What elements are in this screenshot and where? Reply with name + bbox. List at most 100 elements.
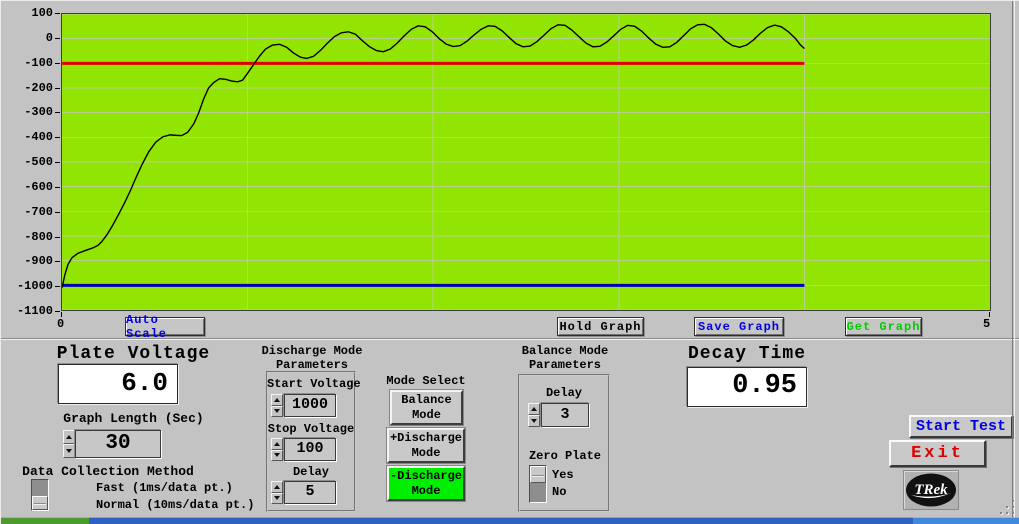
y-axis-tick-label: 100 (3, 7, 53, 20)
y-axis-tick-label: -700 (3, 206, 53, 219)
y-axis-tick (55, 187, 60, 188)
balance-params-title-line2: Parameters (509, 358, 621, 372)
y-axis-tick-label: -400 (3, 131, 53, 144)
zero-plate-switch[interactable] (529, 465, 547, 503)
step-down-icon[interactable] (63, 444, 75, 458)
window-edge-highlight (1014, 1, 1015, 517)
x-axis-label-end: 5 (983, 317, 990, 331)
y-axis-tick-label: -900 (3, 255, 53, 268)
switch-handle[interactable] (32, 496, 48, 510)
step-down-icon[interactable] (271, 450, 283, 462)
y-axis-tick (55, 286, 60, 287)
step-up-icon[interactable] (271, 438, 283, 450)
balance-delay-stepper[interactable] (528, 403, 540, 427)
y-axis-tick-label: -100 (3, 57, 53, 70)
balance-delay-field[interactable]: 3 (541, 403, 589, 427)
y-axis-tick-label: 0 (3, 32, 53, 45)
exit-button[interactable]: Exit (889, 440, 986, 467)
svg-text:TRek: TRek (914, 482, 948, 498)
start-voltage-stepper[interactable] (271, 394, 283, 417)
discharge-params-title-line1: Discharge Mode (256, 344, 368, 358)
decay-time-title: Decay Time (681, 344, 813, 364)
chart-panel: 0 5 Auto Scale Hold Graph Save Graph Get… (1, 1, 1019, 339)
auto-scale-button[interactable]: Auto Scale (125, 317, 205, 336)
y-axis-tick (55, 261, 60, 262)
discharge-delay-stepper[interactable] (271, 481, 283, 504)
trek-logo[interactable]: TRek (903, 470, 959, 510)
y-axis-tick (55, 38, 60, 39)
data-collection-method-label: Data Collection Method (1, 464, 215, 479)
y-axis-tick-label: -1000 (3, 280, 53, 293)
zero-plate-option-yes: Yes (552, 468, 574, 482)
save-graph-button[interactable]: Save Graph (694, 317, 784, 336)
y-axis-tick (55, 311, 60, 312)
x-axis-label-start: 0 (57, 317, 64, 331)
discharge-delay-field[interactable]: 5 (284, 481, 336, 504)
y-axis-tick-label: -1100 (3, 305, 53, 318)
y-axis-tick-label: -600 (3, 181, 53, 194)
button-label-line1: -Discharge (390, 469, 462, 484)
zero-plate-option-no: No (552, 485, 566, 499)
y-axis-tick (55, 13, 60, 14)
step-up-icon[interactable] (271, 481, 283, 493)
data-collection-option-normal: Normal (10ms/data pt.) (96, 498, 254, 512)
graph-length-stepper[interactable] (63, 430, 75, 458)
step-up-icon[interactable] (528, 403, 540, 415)
window-edge (1012, 1, 1013, 517)
discharge-params-title-line2: Parameters (256, 358, 368, 372)
y-axis-tick (55, 162, 60, 163)
taskbar-window-segment[interactable] (89, 517, 913, 524)
plate-voltage-title: Plate Voltage (41, 344, 226, 364)
stop-voltage-field[interactable]: 100 (284, 438, 336, 461)
negative-discharge-mode-button[interactable]: -Discharge Mode (387, 466, 465, 501)
positive-discharge-mode-button[interactable]: +Discharge Mode (387, 428, 465, 463)
button-label-line1: +Discharge (390, 431, 462, 446)
y-axis-tick (55, 63, 60, 64)
y-axis-tick-label: -800 (3, 231, 53, 244)
y-axis-tick-label: -200 (3, 82, 53, 95)
step-down-icon[interactable] (528, 415, 540, 427)
hold-graph-button[interactable]: Hold Graph (557, 317, 644, 336)
step-down-icon[interactable] (271, 406, 283, 418)
graph-length-field[interactable]: 30 (75, 430, 161, 458)
stop-voltage-label: Stop Voltage (267, 422, 355, 436)
y-axis-tick-label: -500 (3, 156, 53, 169)
balance-mode-button[interactable]: Balance Mode (390, 390, 463, 425)
y-axis-tick (55, 212, 60, 213)
controls-panel: Plate Voltage 6.0 Graph Length (Sec) 30 … (1, 341, 1019, 518)
balance-delay-label: Delay (519, 386, 609, 400)
y-axis-tick (55, 112, 60, 113)
balance-params-title-line1: Balance Mode (509, 344, 621, 358)
start-test-button[interactable]: Start Test (909, 415, 1013, 438)
zero-plate-label: Zero Plate (524, 449, 606, 463)
taskbar-start-segment[interactable] (1, 517, 89, 524)
plot-area (61, 13, 991, 311)
button-label-line2: Mode (412, 408, 441, 423)
step-down-icon[interactable] (271, 493, 283, 505)
get-graph-button[interactable]: Get Graph (845, 317, 922, 336)
data-collection-switch[interactable] (31, 479, 49, 511)
y-axis-tick (55, 88, 60, 89)
decay-voltage-chart (62, 14, 990, 310)
y-axis-tick (55, 137, 60, 138)
y-axis-tick-label: -300 (3, 106, 53, 119)
data-collection-option-fast: Fast (1ms/data pt.) (96, 481, 233, 495)
taskbar-sliver (1, 517, 1019, 524)
button-label-line2: Mode (412, 446, 441, 461)
discharge-delay-label: Delay (267, 465, 355, 479)
decay-time-display: 0.95 (687, 367, 807, 407)
switch-handle[interactable] (530, 466, 546, 483)
stop-voltage-stepper[interactable] (271, 438, 283, 461)
step-up-icon[interactable] (63, 430, 75, 444)
panel-divider (1, 338, 1019, 340)
start-voltage-label: Start Voltage (267, 377, 355, 391)
step-up-icon[interactable] (271, 394, 283, 406)
graph-length-label: Graph Length (Sec) (41, 411, 226, 426)
button-label-line2: Mode (412, 484, 441, 499)
start-voltage-field[interactable]: 1000 (284, 394, 336, 417)
button-label-line1: Balance (401, 393, 451, 408)
taskbar-active-segment[interactable] (913, 517, 1019, 524)
decay-test-application-window: 0 5 Auto Scale Hold Graph Save Graph Get… (0, 0, 1019, 524)
trek-logo-icon: TRek (904, 471, 958, 509)
plate-voltage-display: 6.0 (58, 364, 178, 404)
